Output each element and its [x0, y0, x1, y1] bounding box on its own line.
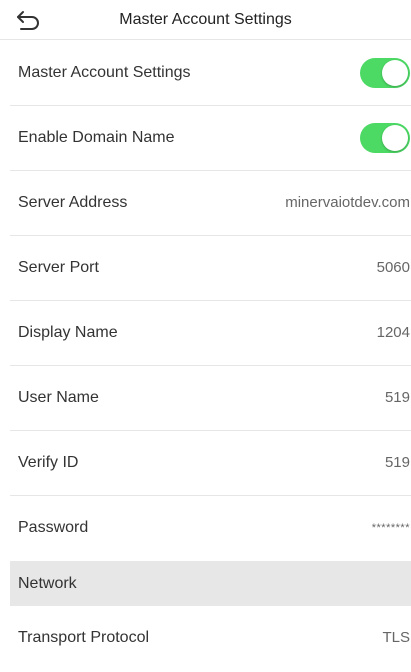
verify-id-value: 519: [384, 454, 410, 471]
enable-domain-name-toggle[interactable]: [360, 123, 410, 153]
server-port-value: 5060: [376, 259, 410, 276]
display-name-value: 1204: [376, 324, 410, 341]
setting-label: User Name: [18, 389, 99, 406]
setting-transport-protocol[interactable]: Transport Protocol TLS: [10, 606, 411, 672]
setting-label: Display Name: [18, 324, 118, 341]
setting-label: Password: [18, 519, 89, 536]
setting-display-name[interactable]: Display Name 1204: [10, 301, 411, 366]
toggle-knob: [382, 125, 408, 151]
setting-enable-domain-name[interactable]: Enable Domain Name: [10, 106, 411, 171]
setting-label: Master Account Settings: [18, 64, 191, 81]
setting-label: Verify ID: [18, 454, 79, 471]
setting-password[interactable]: Password ********: [10, 496, 411, 561]
master-account-toggle[interactable]: [360, 58, 410, 88]
section-header-network: Network: [10, 561, 411, 606]
transport-protocol-value: TLS: [382, 629, 410, 646]
setting-master-account[interactable]: Master Account Settings: [10, 41, 411, 106]
setting-label: Enable Domain Name: [18, 129, 175, 146]
password-value: ********: [371, 522, 410, 534]
setting-label: Transport Protocol: [18, 629, 150, 646]
toggle-knob: [382, 60, 408, 86]
setting-label: Server Address: [18, 194, 128, 211]
page-title: Master Account Settings: [119, 11, 292, 28]
setting-server-address[interactable]: Server Address minervaiotdev.com: [10, 171, 411, 236]
setting-server-port[interactable]: Server Port 5060: [10, 236, 411, 301]
title-bar: Master Account Settings: [0, 0, 411, 40]
setting-label: Server Port: [18, 259, 99, 276]
setting-user-name[interactable]: User Name 519: [10, 366, 411, 431]
user-name-value: 519: [384, 389, 410, 406]
settings-list: Master Account Settings Enable Domain Na…: [0, 41, 411, 672]
server-address-value: minervaiotdev.com: [285, 194, 410, 211]
setting-verify-id[interactable]: Verify ID 519: [10, 431, 411, 496]
section-label: Network: [18, 575, 77, 592]
